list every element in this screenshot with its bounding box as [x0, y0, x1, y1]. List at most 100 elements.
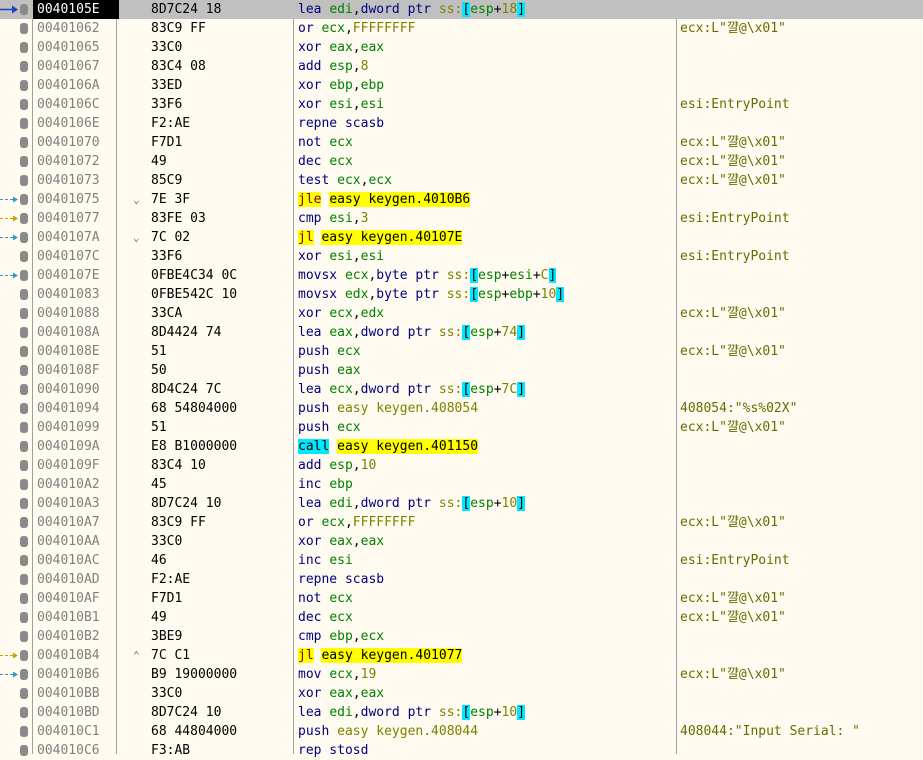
instruction-row[interactable]: 0040107E 0FBE4C34 0C movsx ecx,byte ptr ss…: [0, 266, 923, 285]
breakpoint-toggle[interactable]: [20, 61, 28, 72]
address: 0040109A: [37, 439, 100, 454]
instruction-row[interactable]: 0040109F 83C4 10 add esp,10: [0, 456, 923, 475]
instruction-row[interactable]: 004010B4 ⌃ 7C C1 jl easy keygen.401077: [0, 646, 923, 665]
breakpoint-toggle[interactable]: [20, 99, 28, 110]
instruction-row[interactable]: 00401065 33C0 xor eax,eax: [0, 38, 923, 57]
breakpoint-toggle[interactable]: [20, 726, 28, 737]
instruction-row[interactable]: 00401083 0FBE542C 10 movsx edx,byte ptr ss…: [0, 285, 923, 304]
breakpoint-toggle[interactable]: [20, 384, 28, 395]
instruction-row[interactable]: 0040106C 33F6 xor esi,esi esi:EntryPoint: [0, 95, 923, 114]
instruction-row[interactable]: 004010A7 83C9 FF or ecx,FFFFFFFF ecx:L"꺌@\x…: [0, 513, 923, 532]
instruction-row[interactable]: 00401090 8D4C24 7C lea ecx,dword ptr ss:[e…: [0, 380, 923, 399]
instruction-row[interactable]: 004010AD F2:AE repne scasb: [0, 570, 923, 589]
breakpoint-toggle[interactable]: [20, 42, 28, 53]
breakpoint-toggle[interactable]: [20, 669, 28, 680]
instruction-row[interactable]: 004010BB 33C0 xor eax,eax: [0, 684, 923, 703]
breakpoint-toggle[interactable]: [20, 650, 28, 661]
breakpoint-toggle[interactable]: [20, 593, 28, 604]
instruction-row[interactable]: 0040109A E8 B1000000 call easy keygen.4011…: [0, 437, 923, 456]
breakpoint-toggle[interactable]: [20, 137, 28, 148]
breakpoint-toggle[interactable]: [20, 23, 28, 34]
breakpoint-toggle[interactable]: [20, 156, 28, 167]
opcode-bytes: 45: [151, 477, 167, 492]
opcode-bytes: F3:AB: [151, 743, 191, 758]
instruction-row[interactable]: 004010C6 F3:AB rep stosd: [0, 741, 923, 760]
instruction-text: xor eax,eax: [298, 686, 385, 701]
breakpoint-toggle[interactable]: [20, 175, 28, 186]
address: 00401083: [37, 287, 100, 302]
jump-arrow-icon: [0, 234, 18, 241]
instruction-text: mov ecx,19: [298, 667, 377, 682]
breakpoint-toggle[interactable]: [20, 422, 28, 433]
comment: ecx:L"꺌@\x01": [680, 135, 786, 150]
instruction-row[interactable]: 00401072 49 dec ecx ecx:L"꺌@\x01": [0, 152, 923, 171]
breakpoint-toggle[interactable]: [20, 289, 28, 300]
instruction-row[interactable]: 0040108F 50 push eax: [0, 361, 923, 380]
opcode-bytes: F7D1: [151, 135, 183, 150]
comment: ecx:L"꺌@\x01": [680, 591, 786, 606]
instruction-row[interactable]: 00401099 51 push ecx ecx:L"꺌@\x01": [0, 418, 923, 437]
instruction-row[interactable]: 00401062 83C9 FF or ecx,FFFFFFFF ecx:L"꺌@\x…: [0, 19, 923, 38]
instruction-row[interactable]: 0040107A ⌄ 7C 02 jl easy keygen.40107E: [0, 228, 923, 247]
jump-up-icon: ⌃: [133, 649, 140, 662]
instruction-row[interactable]: 004010B6 B9 19000000 mov ecx,19 ecx:L"꺌@\x0…: [0, 665, 923, 684]
instruction-row[interactable]: 00401075 ⌄ 7E 3F jle easy keygen.4010B6: [0, 190, 923, 209]
instruction-text: lea eax,dword ptr ss:[esp+74]: [298, 325, 526, 340]
address: 00401065: [37, 40, 100, 55]
instruction-row[interactable]: 004010AA 33C0 xor eax,eax: [0, 532, 923, 551]
breakpoint-toggle[interactable]: [20, 270, 28, 281]
breakpoint-toggle[interactable]: [20, 213, 28, 224]
breakpoint-toggle[interactable]: [20, 688, 28, 699]
instruction-row[interactable]: 004010A2 45 inc ebp: [0, 475, 923, 494]
breakpoint-toggle[interactable]: [20, 365, 28, 376]
breakpoint-toggle[interactable]: [20, 118, 28, 129]
breakpoint-toggle[interactable]: [20, 555, 28, 566]
breakpoint-toggle[interactable]: [20, 346, 28, 357]
instruction-row[interactable]: 00401077 83FE 03 cmp esi,3 esi:EntryPoint: [0, 209, 923, 228]
breakpoint-toggle[interactable]: [20, 251, 28, 262]
breakpoint-toggle[interactable]: [20, 80, 28, 91]
instruction-row[interactable]: 00401067 83C4 08 add esp,8: [0, 57, 923, 76]
breakpoint-toggle[interactable]: [20, 612, 28, 623]
instruction-row[interactable]: 004010C1 68 44804000 push easy keygen.4080…: [0, 722, 923, 741]
address: 00401073: [37, 173, 100, 188]
instruction-row[interactable]: 0040108E 51 push ecx ecx:L"꺌@\x01": [0, 342, 923, 361]
breakpoint-toggle[interactable]: [20, 327, 28, 338]
breakpoint-toggle[interactable]: [20, 631, 28, 642]
breakpoint-toggle[interactable]: [20, 707, 28, 718]
instruction-row[interactable]: 0040107C 33F6 xor esi,esi esi:EntryPoint: [0, 247, 923, 266]
instruction-row[interactable]: 004010B1 49 dec ecx ecx:L"꺌@\x01": [0, 608, 923, 627]
instruction-row[interactable]: 0040105E 8D7C24 18 lea edi,dword ptr ss:[e…: [0, 0, 923, 19]
instruction-row[interactable]: 004010A3 8D7C24 10 lea edi,dword ptr ss:[e…: [0, 494, 923, 513]
comment: 408054:"%s%02X": [680, 401, 798, 416]
breakpoint-toggle[interactable]: [20, 308, 28, 319]
breakpoint-toggle[interactable]: [20, 460, 28, 471]
breakpoint-toggle[interactable]: [20, 403, 28, 414]
breakpoint-toggle[interactable]: [20, 517, 28, 528]
breakpoint-toggle[interactable]: [20, 441, 28, 452]
address: 0040107C: [37, 249, 100, 264]
instruction-row[interactable]: 00401070 F7D1 not ecx ecx:L"꺌@\x01": [0, 133, 923, 152]
instruction-row[interactable]: 0040108A 8D4424 74 lea eax,dword ptr ss:[e…: [0, 323, 923, 342]
breakpoint-toggle[interactable]: [20, 574, 28, 585]
breakpoint-toggle[interactable]: [20, 194, 28, 205]
breakpoint-toggle[interactable]: [20, 536, 28, 547]
address: 00401062: [37, 21, 100, 36]
instruction-row[interactable]: 00401088 33CA xor ecx,edx ecx:L"꺌@\x01": [0, 304, 923, 323]
instruction-text: not ecx: [298, 591, 353, 606]
breakpoint-toggle[interactable]: [20, 232, 28, 243]
instruction-row[interactable]: 004010AC 46 inc esi esi:EntryPoint: [0, 551, 923, 570]
breakpoint-toggle[interactable]: [20, 498, 28, 509]
instruction-row[interactable]: 00401094 68 54804000 push easy keygen.4080…: [0, 399, 923, 418]
instruction-row[interactable]: 0040106E F2:AE repne scasb: [0, 114, 923, 133]
disassembly-view[interactable]: 0040105E 8D7C24 18 lea edi,dword ptr ss:[e…: [0, 0, 923, 758]
instruction-row[interactable]: 004010AF F7D1 not ecx ecx:L"꺌@\x01": [0, 589, 923, 608]
breakpoint-toggle[interactable]: [20, 745, 28, 756]
instruction-row[interactable]: 00401073 85C9 test ecx,ecx ecx:L"꺌@\x01": [0, 171, 923, 190]
address: 004010B4: [37, 648, 100, 663]
instruction-row[interactable]: 004010BD 8D7C24 10 lea edi,dword ptr ss:[e…: [0, 703, 923, 722]
instruction-row[interactable]: 0040106A 33ED xor ebp,ebp: [0, 76, 923, 95]
breakpoint-toggle[interactable]: [20, 479, 28, 490]
breakpoint-toggle[interactable]: [20, 4, 28, 15]
instruction-row[interactable]: 004010B2 3BE9 cmp ebp,ecx: [0, 627, 923, 646]
